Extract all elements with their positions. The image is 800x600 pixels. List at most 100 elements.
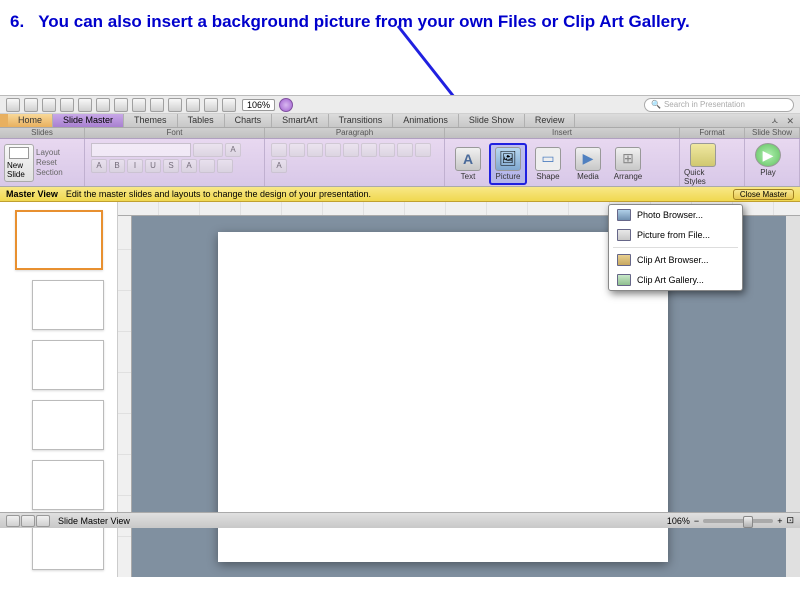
italic-button[interactable]: I [127, 159, 143, 173]
tool-icon[interactable] [186, 98, 200, 112]
undo-icon[interactable] [78, 98, 92, 112]
tab-animations[interactable]: Animations [393, 114, 459, 127]
paste-icon[interactable] [150, 98, 164, 112]
indent-right-icon[interactable] [325, 143, 341, 157]
menu-label: Picture from File... [637, 230, 710, 240]
shape-label: Shape [536, 172, 559, 181]
columns-icon[interactable] [415, 143, 431, 157]
status-bar: Slide Master View 106% − + ⊡ [0, 512, 800, 528]
tab-slide-master[interactable]: Slide Master [53, 114, 124, 127]
font-size-select[interactable] [193, 143, 223, 157]
save-icon[interactable] [42, 98, 56, 112]
redo-icon[interactable] [96, 98, 110, 112]
shape-button[interactable]: Shape [529, 145, 567, 183]
layout-thumbnail[interactable] [32, 400, 104, 450]
indent-left-icon[interactable] [307, 143, 323, 157]
line-spacing-icon[interactable] [343, 143, 359, 157]
shrink-font-icon[interactable]: A [91, 159, 107, 173]
photo-browser-icon [617, 209, 631, 221]
highlight-icon[interactable] [199, 159, 215, 173]
menu-label: Clip Art Browser... [637, 255, 709, 265]
cut-icon[interactable] [114, 98, 128, 112]
play-button[interactable]: Play [749, 141, 787, 179]
align-left-icon[interactable] [361, 143, 377, 157]
tab-themes[interactable]: Themes [124, 114, 178, 127]
picture-button[interactable]: Picture [489, 143, 527, 185]
strike-button[interactable]: S [163, 159, 179, 173]
picture-file-icon [617, 229, 631, 241]
copy-icon[interactable] [132, 98, 146, 112]
play-label: Play [760, 168, 776, 177]
picture-icon [495, 147, 521, 171]
text-direction-icon[interactable]: A [271, 159, 287, 173]
tab-charts[interactable]: Charts [225, 114, 273, 127]
media-icon [575, 147, 601, 171]
play-icon [755, 143, 781, 167]
menu-label: Clip Art Gallery... [637, 275, 704, 285]
align-right-icon[interactable] [397, 143, 413, 157]
zoom-display[interactable]: 106% [242, 99, 275, 111]
zoom-slider[interactable] [703, 519, 773, 523]
sorter-view-icon[interactable] [21, 515, 35, 527]
tab-slide-show[interactable]: Slide Show [459, 114, 525, 127]
tool-icon[interactable] [222, 98, 236, 112]
tab-review[interactable]: Review [525, 114, 576, 127]
help-icon[interactable] [279, 98, 293, 112]
search-placeholder: Search in Presentation [664, 100, 745, 109]
format-icon[interactable] [168, 98, 182, 112]
layout-thumbnail[interactable] [32, 460, 104, 510]
font-color-icon[interactable]: A [181, 159, 197, 173]
grow-font-icon[interactable]: A [225, 143, 241, 157]
media-label: Media [577, 172, 599, 181]
open-icon[interactable] [24, 98, 38, 112]
clear-format-icon[interactable] [217, 159, 233, 173]
group-slideshow: Play [745, 139, 800, 186]
print-icon[interactable] [60, 98, 74, 112]
search-input[interactable]: Search in Presentation [644, 98, 794, 112]
section-button[interactable]: Section [36, 168, 63, 177]
slideshow-view-icon[interactable] [36, 515, 50, 527]
menu-clip-art-browser[interactable]: Clip Art Browser... [609, 250, 742, 270]
zoom-out-icon[interactable]: − [694, 516, 699, 526]
bold-button[interactable]: B [109, 159, 125, 173]
arrange-button[interactable]: Arrange [609, 145, 647, 183]
tab-home[interactable]: Home [8, 114, 53, 127]
close-master-button[interactable]: Close Master [733, 189, 794, 200]
group-format: Quick Styles [680, 139, 745, 186]
tab-tables[interactable]: Tables [178, 114, 225, 127]
picture-dropdown-menu: Photo Browser... Picture from File... Cl… [608, 204, 743, 291]
home-indicator[interactable] [0, 114, 8, 127]
menu-photo-browser[interactable]: Photo Browser... [609, 205, 742, 225]
font-family-select[interactable] [91, 143, 191, 157]
master-thumbnail[interactable] [15, 210, 103, 270]
menu-picture-from-file[interactable]: Picture from File... [609, 225, 742, 245]
layout-button[interactable]: Layout [36, 148, 63, 157]
align-center-icon[interactable] [379, 143, 395, 157]
tool-icon[interactable] [204, 98, 218, 112]
menu-clip-art-gallery[interactable]: Clip Art Gallery... [609, 270, 742, 290]
group-font: A A B I U S A [85, 139, 265, 186]
slide-options: Layout Reset Section [36, 148, 63, 177]
underline-button[interactable]: U [145, 159, 161, 173]
layout-thumbnail[interactable] [32, 280, 104, 330]
collapse-ribbon-icon[interactable]: ㅅ ✕ [771, 114, 794, 127]
layout-thumbnail[interactable] [32, 340, 104, 390]
new-slide-button[interactable]: New Slide [4, 144, 34, 182]
text-button[interactable]: Text [449, 145, 487, 183]
reset-button[interactable]: Reset [36, 158, 63, 167]
group-slides: New Slide Layout Reset Section [0, 139, 85, 186]
numbering-icon[interactable] [289, 143, 305, 157]
quick-styles-button[interactable]: Quick Styles [684, 141, 722, 188]
tab-smartart[interactable]: SmartArt [272, 114, 329, 127]
tab-transitions[interactable]: Transitions [329, 114, 394, 127]
master-view-bar: Master View Edit the master slides and l… [0, 187, 800, 202]
new-icon[interactable] [6, 98, 20, 112]
normal-view-icon[interactable] [6, 515, 20, 527]
master-view-message: Edit the master slides and layouts to ch… [66, 189, 371, 199]
picture-label: Picture [496, 172, 521, 181]
fit-icon[interactable]: ⊡ [786, 515, 794, 526]
bullets-icon[interactable] [271, 143, 287, 157]
zoom-in-icon[interactable]: + [777, 516, 782, 526]
media-button[interactable]: Media [569, 145, 607, 183]
group-label-insert: Insert [445, 128, 680, 138]
